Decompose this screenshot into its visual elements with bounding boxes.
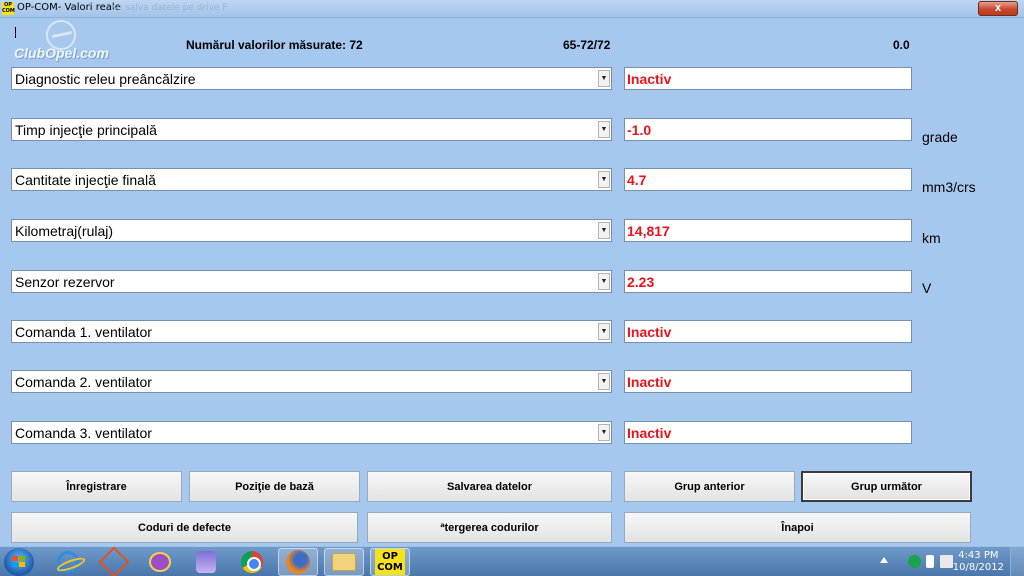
value-field: 14,817 xyxy=(624,219,912,242)
value-text: -1.0 xyxy=(627,122,652,138)
app-icon: OP COM xyxy=(2,2,15,15)
close-button[interactable]: x xyxy=(978,1,1018,16)
parameter-label: Diagnostic releu preâncălzire xyxy=(15,71,196,87)
value-text: Inactiv xyxy=(627,374,672,390)
dropdown-arrow-icon[interactable]: ▼ xyxy=(598,424,610,441)
battery-icon[interactable] xyxy=(926,555,934,568)
range-label: 65-72/72 xyxy=(563,38,611,52)
window-title: OP-COM- Valori reale xyxy=(17,2,121,13)
clock-date: 10/8/2012 xyxy=(952,562,1004,573)
window-subtitle: se salva datele pe drive F xyxy=(112,3,228,13)
dropdown-arrow-icon[interactable]: ▼ xyxy=(598,323,610,340)
value-field: 4.7 xyxy=(624,168,912,191)
parameter-select[interactable]: Comanda 2. ventilator ▼ xyxy=(11,370,612,393)
internet-explorer-icon xyxy=(57,551,79,573)
clock[interactable]: 4:43 PM 10/8/2012 xyxy=(953,550,1004,574)
logo-text: ClubOpel.com xyxy=(14,45,109,61)
messenger-icon xyxy=(196,551,216,573)
taskbar-messenger[interactable] xyxy=(186,548,226,576)
network-signal-icon[interactable] xyxy=(940,555,953,568)
taskbar-app[interactable] xyxy=(94,546,134,576)
taskbar-explorer[interactable] xyxy=(324,548,364,576)
parameter-label: Comanda 1. ventilator xyxy=(15,324,152,340)
value-row: Cantitate injecţie finală ▼ 4.7 mm3/crs xyxy=(0,168,1024,195)
clubopel-logo: ClubOpel.com xyxy=(14,20,114,62)
parameter-select[interactable]: Kilometraj(rulaj) ▼ xyxy=(11,219,612,242)
previous-group-button[interactable]: Grup anterior xyxy=(624,471,795,502)
parameter-label: Timp injecţie principală xyxy=(15,122,157,138)
parameter-select[interactable]: Senzor rezervor ▼ xyxy=(11,270,612,293)
unit-label: km xyxy=(922,230,941,246)
show-desktop-button[interactable] xyxy=(1010,547,1024,576)
parameter-label: Comanda 2. ventilator xyxy=(15,374,152,390)
firefox-icon xyxy=(286,550,310,574)
value-text: 4.7 xyxy=(627,172,647,188)
fault-codes-button[interactable]: Coduri de defecte xyxy=(11,512,358,543)
system-tray: 4:43 PM 10/8/2012 xyxy=(874,547,1024,576)
parameter-select[interactable]: Diagnostic releu preâncălzire ▼ xyxy=(11,67,612,90)
base-position-button[interactable]: Poziţie de bază xyxy=(189,471,360,502)
dropdown-arrow-icon[interactable]: ▼ xyxy=(598,121,610,138)
start-button[interactable] xyxy=(4,548,34,576)
unit-label: mm3/crs xyxy=(922,179,976,195)
next-group-button[interactable]: Grup următor xyxy=(801,471,972,502)
value-field: Inactiv xyxy=(624,320,912,343)
value-row: Diagnostic releu preâncălzire ▼ Inactiv xyxy=(0,67,1024,91)
record-button[interactable]: Înregistrare xyxy=(11,471,182,502)
title-bar[interactable]: OP COM OP-COM- Valori reale se salva dat… xyxy=(0,0,1024,18)
chrome-icon xyxy=(241,551,263,573)
clear-codes-button[interactable]: ªtergerea codurilor xyxy=(367,512,612,543)
value-field: Inactiv xyxy=(624,67,912,90)
value-text: Inactiv xyxy=(627,425,672,441)
save-data-button[interactable]: Salvarea datelor xyxy=(367,471,612,502)
dropdown-arrow-icon[interactable]: ▼ xyxy=(598,222,610,239)
measured-count-label: Numărul valorilor măsurate: 72 xyxy=(186,38,363,52)
opcom-icon: OP COM xyxy=(375,549,405,575)
value-row: Comanda 1. ventilator ▼ Inactiv xyxy=(0,320,1024,344)
windows-logo-icon xyxy=(12,556,26,568)
unit-label: V xyxy=(922,280,932,296)
value-field: -1.0 xyxy=(624,118,912,141)
value-field: 2.23 xyxy=(624,270,912,293)
parameter-label: Comanda 3. ventilator xyxy=(15,425,152,441)
value-row: Comanda 2. ventilator ▼ Inactiv xyxy=(0,370,1024,394)
value-row: Senzor rezervor ▼ 2.23 V xyxy=(0,270,1024,296)
parameter-label: Senzor rezervor xyxy=(15,274,115,290)
value-text: 14,817 xyxy=(627,223,670,239)
taskbar-firefox[interactable] xyxy=(278,548,318,576)
value-row: Kilometraj(rulaj) ▼ 14,817 km xyxy=(0,219,1024,246)
value-field: Inactiv xyxy=(624,370,912,393)
taskbar: OP COM 4:43 PM 10/8/2012 xyxy=(0,546,1024,576)
value-row: Comanda 3. ventilator ▼ Inactiv xyxy=(0,421,1024,445)
taskbar-chrome[interactable] xyxy=(232,548,272,576)
parameter-label: Cantitate injecţie finală xyxy=(15,172,156,188)
star-app-icon xyxy=(98,546,130,576)
parameter-select[interactable]: Comanda 3. ventilator ▼ xyxy=(11,421,612,444)
value-text: 2.23 xyxy=(627,274,655,290)
parameter-select[interactable]: Comanda 1. ventilator ▼ xyxy=(11,320,612,343)
taskbar-opcom[interactable]: OP COM xyxy=(370,548,410,576)
parameter-select[interactable]: Timp injecţie principală ▼ xyxy=(11,118,612,141)
dropdown-arrow-icon[interactable]: ▼ xyxy=(598,273,610,290)
show-hidden-icons-icon[interactable] xyxy=(880,557,888,563)
time-label: 0.0 xyxy=(893,38,910,52)
value-field: Inactiv xyxy=(624,421,912,444)
taskbar-yahoo[interactable] xyxy=(140,548,180,576)
dropdown-arrow-icon[interactable]: ▼ xyxy=(598,373,610,390)
dropdown-arrow-icon[interactable]: ▼ xyxy=(598,70,610,87)
taskbar-internet-explorer[interactable] xyxy=(48,548,88,576)
value-text: Inactiv xyxy=(627,71,672,87)
back-button[interactable]: Înapoi xyxy=(624,512,971,543)
folder-icon xyxy=(332,553,356,571)
update-icon[interactable] xyxy=(908,555,921,568)
parameter-select[interactable]: Cantitate injecţie finală ▼ xyxy=(11,168,612,191)
value-text: Inactiv xyxy=(627,324,672,340)
value-row: Timp injecţie principală ▼ -1.0 grade xyxy=(0,118,1024,145)
clock-time: 4:43 PM xyxy=(958,550,999,561)
unit-label: grade xyxy=(922,129,958,145)
dropdown-arrow-icon[interactable]: ▼ xyxy=(598,171,610,188)
yahoo-messenger-icon xyxy=(149,552,171,572)
parameter-label: Kilometraj(rulaj) xyxy=(15,223,114,239)
